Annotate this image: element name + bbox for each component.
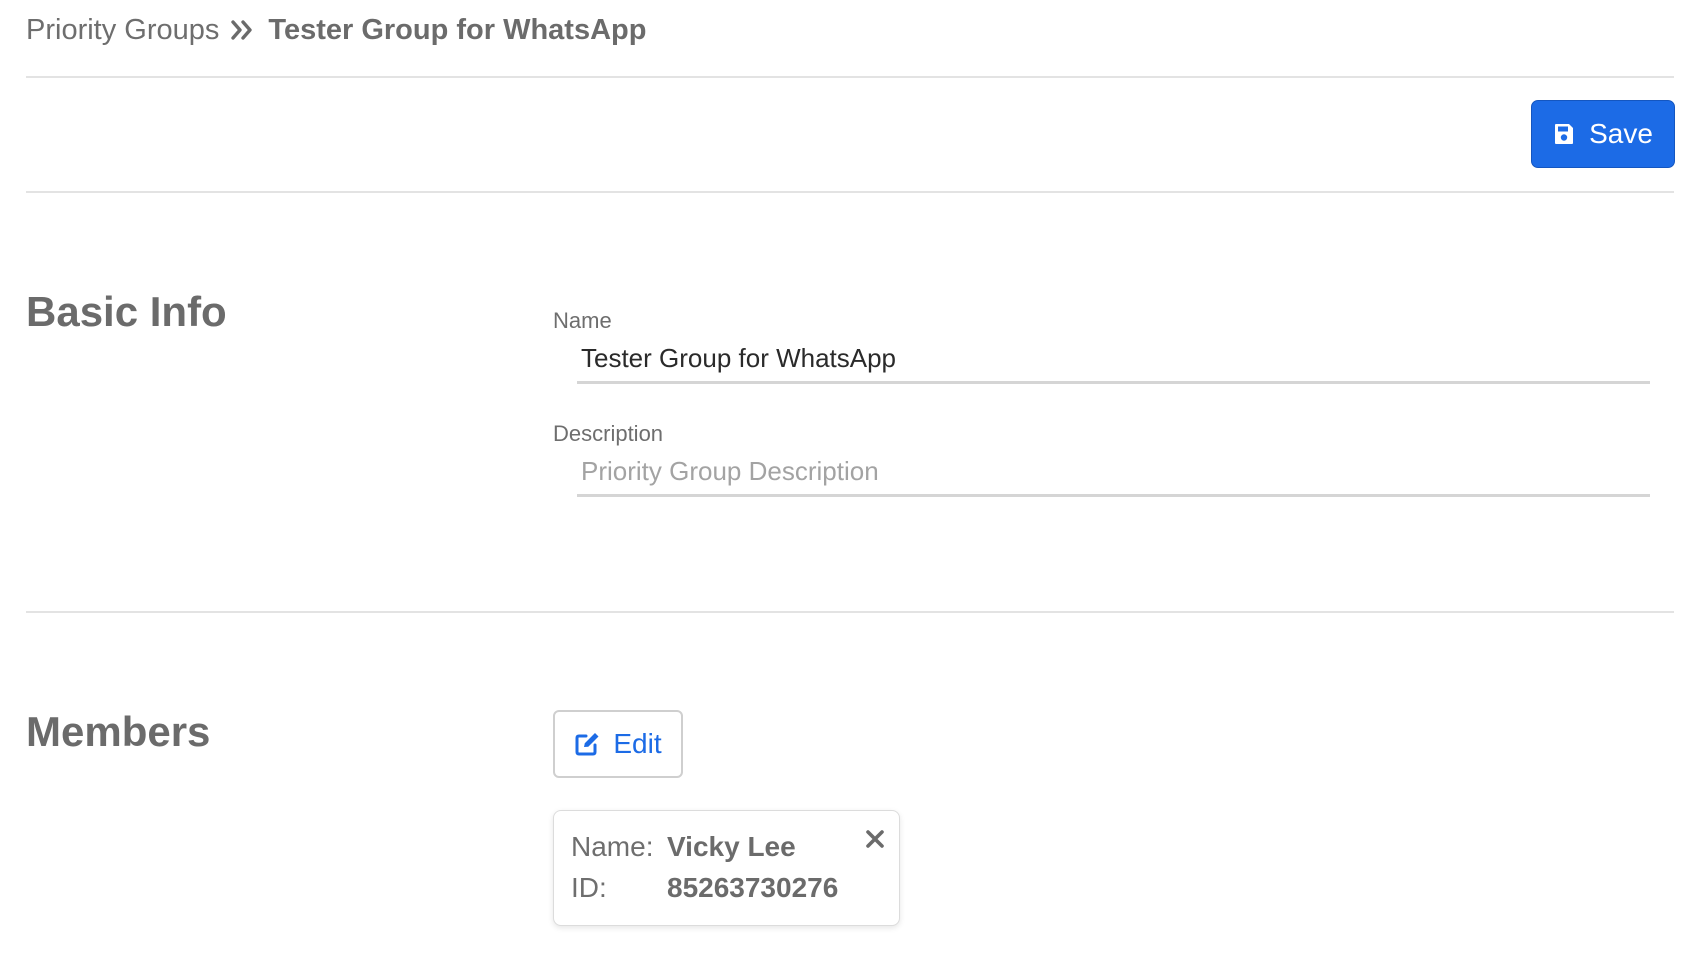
toolbar-divider <box>26 191 1674 193</box>
description-input[interactable] <box>577 449 1650 497</box>
breadcrumb-current: Tester Group for WhatsApp <box>268 13 647 46</box>
member-id-key: ID: <box>571 872 607 903</box>
header-divider <box>26 76 1674 78</box>
priority-group-page: Priority Groups Tester Group for WhatsAp… <box>0 0 1690 958</box>
name-input[interactable] <box>577 336 1650 384</box>
members-title: Members <box>26 708 211 755</box>
basic-info-title: Basic Info <box>26 288 227 335</box>
member-id-value: 85263730276 <box>667 872 839 903</box>
name-label: Name <box>553 308 612 333</box>
edit-members-button[interactable]: Edit <box>553 710 683 778</box>
save-button-label: Save <box>1589 118 1653 149</box>
member-card: Name: Vicky Lee ID: 85263730276 <box>553 810 900 926</box>
save-button[interactable]: Save <box>1531 100 1675 168</box>
description-label: Description <box>553 421 664 446</box>
breadcrumb: Priority Groups Tester Group for WhatsAp… <box>26 10 646 50</box>
section-divider <box>26 611 1674 613</box>
double-chevron-right-icon <box>231 19 255 41</box>
member-name-key: Name: <box>571 831 654 862</box>
pen-to-square-icon <box>574 731 601 757</box>
breadcrumb-link-priority-groups[interactable]: Priority Groups <box>26 14 219 47</box>
edit-button-label: Edit <box>613 728 662 759</box>
close-icon[interactable] <box>863 827 887 851</box>
member-name-value: Vicky Lee <box>667 831 796 862</box>
member-id-row: ID: 85263730276 <box>571 872 838 904</box>
floppy-disk-icon <box>1553 122 1575 146</box>
member-name-row: Name: Vicky Lee <box>571 831 796 863</box>
